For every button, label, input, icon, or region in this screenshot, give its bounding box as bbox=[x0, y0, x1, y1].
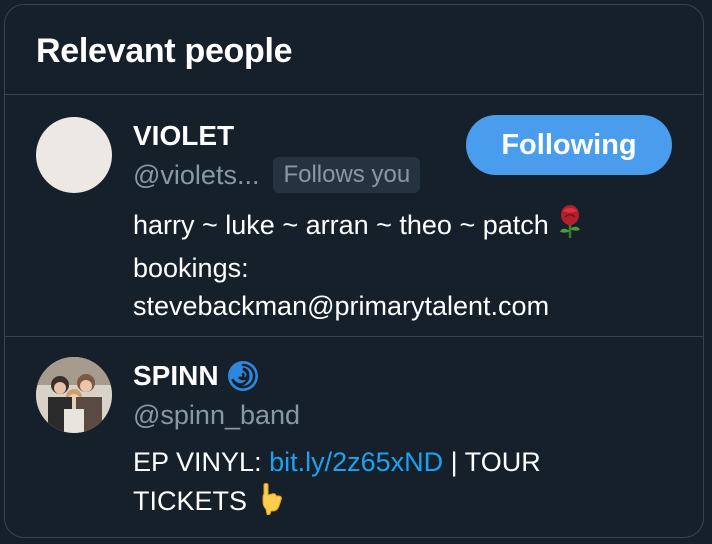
pointing-down-emoji-icon bbox=[255, 481, 285, 525]
following-button[interactable]: Following bbox=[466, 115, 672, 175]
user-bio: EP VINYL: bit.ly/2z65xND | TOUR TICKETS bbox=[133, 443, 673, 525]
person-info: SPINN @spinn_band EP VINYL: bit.ly/2z65x… bbox=[133, 359, 673, 525]
person-cell-spinn[interactable]: SPINN @spinn_band EP VINYL: bit.ly/2z65x… bbox=[5, 337, 703, 537]
display-name[interactable]: VIOLET bbox=[133, 119, 234, 153]
bio-line-2: TICKETS bbox=[133, 486, 248, 517]
avatar[interactable] bbox=[36, 357, 112, 433]
bio-line-2: bookings: bbox=[133, 253, 249, 283]
bio-email: stevebackman@primarytalent.com bbox=[133, 291, 550, 321]
panel-header: Relevant people bbox=[5, 5, 703, 95]
user-handle[interactable]: @violets... bbox=[133, 157, 259, 193]
rose-emoji-icon bbox=[556, 205, 584, 249]
band-photo-icon bbox=[36, 357, 112, 433]
person-cell-violet[interactable]: VIOLET @violets... Follows you harry ~ l… bbox=[5, 95, 703, 337]
panel-title: Relevant people bbox=[36, 32, 293, 70]
relevant-people-panel: Relevant people VIOLET @violets... Follo… bbox=[4, 4, 704, 538]
display-name[interactable]: SPINN bbox=[133, 359, 219, 393]
handle-row: @spinn_band bbox=[133, 395, 673, 435]
bio-text: harry ~ luke ~ arran ~ theo ~ patch bbox=[133, 210, 549, 241]
name-row: SPINN bbox=[133, 359, 673, 393]
spiral-emoji-icon bbox=[227, 360, 259, 392]
bio-text: EP VINYL: bbox=[133, 447, 270, 477]
bio-text-suffix: | TOUR bbox=[443, 447, 541, 477]
follows-you-badge: Follows you bbox=[273, 157, 421, 193]
user-handle[interactable]: @spinn_band bbox=[133, 397, 300, 433]
avatar[interactable] bbox=[36, 117, 112, 193]
bio-link[interactable]: bit.ly/2z65xND bbox=[269, 447, 443, 477]
user-bio: harry ~ luke ~ arran ~ theo ~ patch book… bbox=[133, 205, 673, 325]
